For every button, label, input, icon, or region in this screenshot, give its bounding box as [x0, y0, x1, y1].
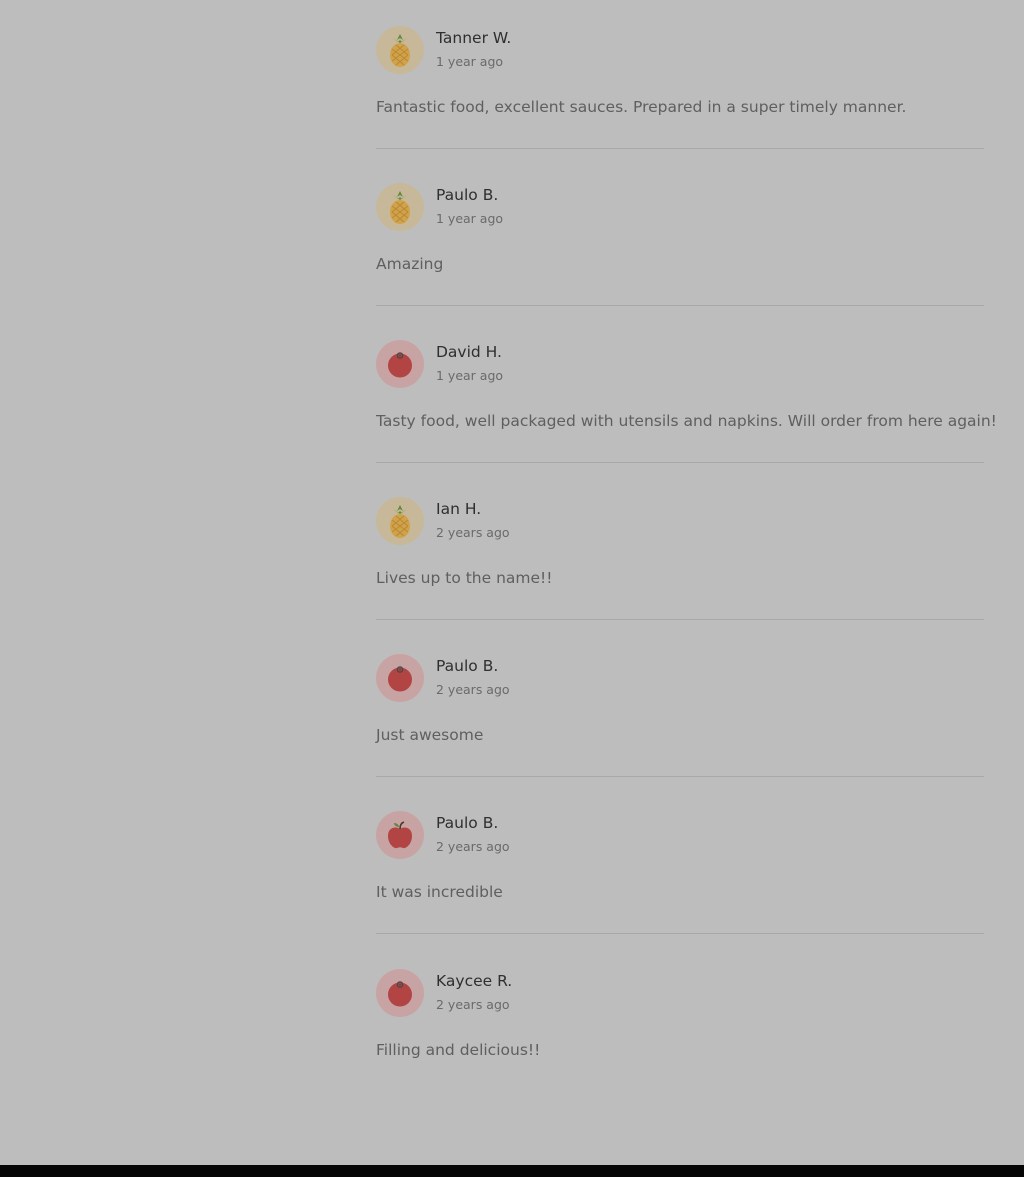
reviewer-name: Paulo B.: [436, 814, 499, 832]
avatar: [376, 969, 424, 1017]
review-item: Tanner W. 1 year ago Fantastic food, exc…: [376, 0, 984, 149]
review-item: Ian H. 2 years ago Lives up to the name!…: [376, 463, 984, 620]
avatar: [376, 183, 424, 231]
review-item: David H. 1 year ago Tasty food, well pac…: [376, 306, 997, 463]
review-date: 1 year ago: [436, 211, 504, 226]
tomato-icon: [388, 666, 412, 692]
review-date: 2 years ago: [436, 839, 510, 854]
review-date: 2 years ago: [436, 525, 510, 540]
review-text: Lives up to the name!!: [376, 569, 553, 587]
avatar: [376, 26, 424, 74]
review-text: Amazing: [376, 255, 444, 273]
reviewer-name: Paulo B.: [436, 657, 499, 675]
reviewer-name: Tanner W.: [436, 29, 512, 47]
review-item: Paulo B. 2 years ago Just awesome: [376, 620, 984, 777]
footer-bar: [0, 1165, 1024, 1177]
pineapple-icon: [390, 34, 410, 67]
reviews-list: Tanner W. 1 year ago Fantastic food, exc…: [376, 0, 997, 1091]
review-date: 1 year ago: [436, 368, 504, 383]
avatar: [376, 654, 424, 702]
tomato-icon: [388, 981, 412, 1007]
review-date: 2 years ago: [436, 997, 510, 1012]
tomato-icon: [388, 352, 412, 378]
review-item: Kaycee R. 2 years ago Filling and delici…: [376, 934, 984, 1091]
review-item: Paulo B. 1 year ago Amazing: [376, 149, 984, 306]
pineapple-icon: [390, 191, 410, 224]
reviewer-name: David H.: [436, 343, 502, 361]
review-date: 2 years ago: [436, 682, 510, 697]
avatar: [376, 811, 424, 859]
review-text: Fantastic food, excellent sauces. Prepar…: [376, 98, 907, 116]
review-text: It was incredible: [376, 883, 503, 901]
review-item: Paulo B. 2 years ago It was incredible: [376, 777, 984, 934]
review-text: Tasty food, well packaged with utensils …: [376, 412, 997, 430]
review-text: Just awesome: [376, 726, 484, 744]
pineapple-icon: [390, 505, 410, 538]
avatar: [376, 340, 424, 388]
review-text: Filling and delicious!!: [376, 1041, 541, 1059]
reviewer-name: Ian H.: [436, 500, 482, 518]
reviewer-name: Paulo B.: [436, 186, 499, 204]
review-date: 1 year ago: [436, 54, 504, 69]
apple-icon: [388, 821, 412, 849]
reviewer-name: Kaycee R.: [436, 972, 513, 990]
avatar: [376, 497, 424, 545]
